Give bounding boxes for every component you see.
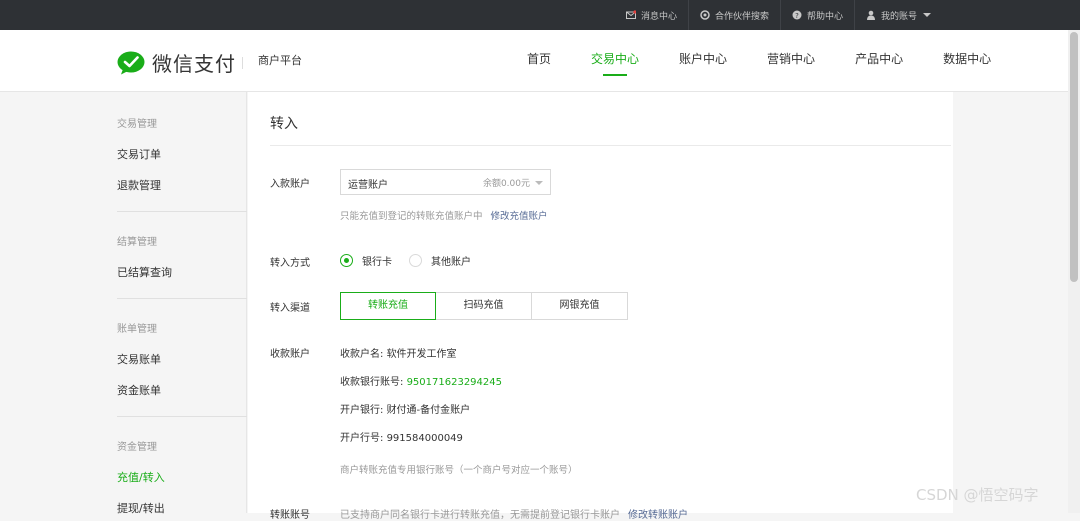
account-label: 入款账户 (270, 179, 310, 190)
svg-text:?: ? (795, 12, 799, 20)
nav-marketing-center[interactable]: 营销中心 (756, 30, 826, 92)
sidebar-item-recharge[interactable]: 充值/转入 (117, 469, 165, 485)
modify-recharge-account-link[interactable]: 修改充值账户 (491, 211, 548, 222)
radio-bank-card[interactable]: 银行卡 (340, 253, 392, 268)
message-center-link[interactable]: 消息中心 (615, 0, 688, 30)
logo-divider (242, 57, 243, 69)
main-nav: 首页 交易中心 账户中心 营销中心 产品中心 数据中心 (516, 30, 1020, 92)
user-icon (866, 10, 875, 20)
sidebar-divider (117, 211, 247, 212)
payee-account-row: 收款银行账号: 950171623294245 (340, 373, 502, 388)
method-label: 转入方式 (270, 258, 310, 269)
my-account-label: 我的账号 (880, 11, 917, 22)
watermark: CSDN @悟空码字 (916, 486, 1039, 504)
transfer-account-hint: 已支持商户同名银行卡进行转账充值，无需提前登记银行卡账户 修改转账账户 (340, 506, 688, 521)
bank-no-value: 991584000049 (386, 433, 463, 444)
help-center-link[interactable]: ? 帮助中心 (779, 0, 854, 30)
bank-no-row: 开户行号: 991584000049 (340, 429, 463, 444)
sidebar-item-fund-bill[interactable]: 资金账单 (117, 382, 161, 398)
sidebar-divider (117, 416, 247, 417)
nav-trade-center[interactable]: 交易中心 (580, 30, 650, 92)
help-center-label: 帮助中心 (806, 11, 843, 22)
radio-other-account-label: 其他账户 (431, 257, 471, 268)
header: 微信支付 商户平台 首页 交易中心 账户中心 营销中心 产品中心 数据中心 (0, 30, 1068, 92)
sidebar-item-trade-orders[interactable]: 交易订单 (117, 146, 161, 162)
sidebar: 交易管理 交易订单 退款管理 结算管理 已结算查询 账单管理 交易账单 资金账单… (0, 92, 247, 516)
nav-data-center[interactable]: 数据中心 (932, 30, 1002, 92)
sidebar-item-settled-query[interactable]: 已结算查询 (117, 264, 172, 280)
platform-name: 商户平台 (258, 54, 302, 67)
logo[interactable]: 微信支付 (117, 48, 236, 77)
wechat-pay-logo-icon (117, 51, 145, 74)
sidebar-item-trade-bill[interactable]: 交易账单 (117, 351, 161, 367)
partner-search-link[interactable]: 合作伙伴搜索 (687, 0, 780, 30)
chevron-down-icon (535, 181, 543, 185)
channel-label: 转入渠道 (270, 303, 310, 314)
payee-note: 商户转账充值专用银行账号（一个商户号对应一个账号） (340, 465, 578, 476)
tab-scan-recharge[interactable]: 扫码充值 (436, 292, 532, 320)
account-select-value: 运营账户 (348, 180, 388, 191)
gear-icon (700, 10, 710, 20)
sidebar-item-withdraw[interactable]: 提现/转出 (117, 500, 165, 516)
radio-checked-icon (340, 254, 353, 267)
transfer-account-hint-text: 已支持商户同名银行卡进行转账充值，无需提前登记银行卡账户 (340, 510, 620, 521)
sidebar-divider (117, 298, 247, 299)
nav-account-center[interactable]: 账户中心 (668, 30, 738, 92)
payee-name-row: 收款户名: 软件开发工作室 (340, 345, 457, 360)
page-title: 转入 (270, 116, 298, 132)
tab-online-bank-recharge[interactable]: 网银充值 (532, 292, 628, 320)
account-balance: 余额0.00元 (482, 179, 530, 189)
sidebar-group-title: 账单管理 (117, 324, 157, 335)
payee-label: 收款账户 (270, 349, 310, 360)
payee-account-label: 收款银行账号: (340, 377, 404, 388)
payee-name-label: 收款户名: (340, 349, 384, 360)
top-bar-menu: 消息中心 合作伙伴搜索 ? 帮助中心 我的账号 (615, 0, 942, 30)
scrollbar-thumb[interactable] (1070, 32, 1078, 282)
mail-icon (625, 10, 636, 19)
help-icon: ? (792, 10, 802, 20)
logo-text: 微信支付 (152, 52, 236, 76)
radio-bank-card-label: 银行卡 (362, 257, 392, 268)
account-hint: 只能充值到登记的转账充值账户中 修改充值账户 (340, 208, 548, 222)
tab-transfer-recharge[interactable]: 转账充值 (340, 292, 436, 320)
sidebar-group-title: 资金管理 (117, 442, 157, 453)
partner-search-label: 合作伙伴搜索 (714, 11, 769, 22)
transfer-account-label: 转账账号 (270, 510, 310, 521)
sidebar-item-refunds[interactable]: 退款管理 (117, 177, 161, 193)
account-select[interactable]: 运营账户 余额0.00元 (340, 169, 551, 195)
payee-name-value: 软件开发工作室 (386, 349, 457, 360)
account-hint-text: 只能充值到登记的转账充值账户中 (340, 211, 483, 222)
sidebar-group-title: 结算管理 (117, 237, 157, 248)
modify-transfer-account-link[interactable]: 修改转账账户 (628, 510, 688, 521)
channel-tabs: 转账充值 扫码充值 网银充值 (340, 292, 628, 320)
nav-product-center[interactable]: 产品中心 (844, 30, 914, 92)
page-scrollbar[interactable] (1068, 30, 1080, 513)
message-center-label: 消息中心 (640, 11, 677, 22)
bank-no-label: 开户行号: (340, 433, 384, 444)
sidebar-group-title: 交易管理 (117, 119, 157, 130)
payee-account-value: 950171623294245 (406, 377, 502, 388)
radio-other-account[interactable]: 其他账户 (409, 253, 471, 268)
radio-unchecked-icon (409, 254, 422, 267)
nav-home[interactable]: 首页 (516, 30, 562, 92)
main-panel: 转入 入款账户 运营账户 余额0.00元 只能充值到登记的转账充值账户中 修改充值… (248, 92, 953, 521)
bank-value: 财付通-备付金账户 (386, 405, 471, 416)
title-divider (270, 145, 951, 146)
chevron-down-icon (923, 13, 931, 17)
right-background (953, 92, 1068, 513)
bank-label: 开户银行: (340, 405, 384, 416)
bank-row: 开户银行: 财付通-备付金账户 (340, 401, 470, 416)
top-bar: 消息中心 合作伙伴搜索 ? 帮助中心 我的账号 (0, 0, 1080, 30)
my-account-menu[interactable]: 我的账号 (853, 0, 942, 30)
